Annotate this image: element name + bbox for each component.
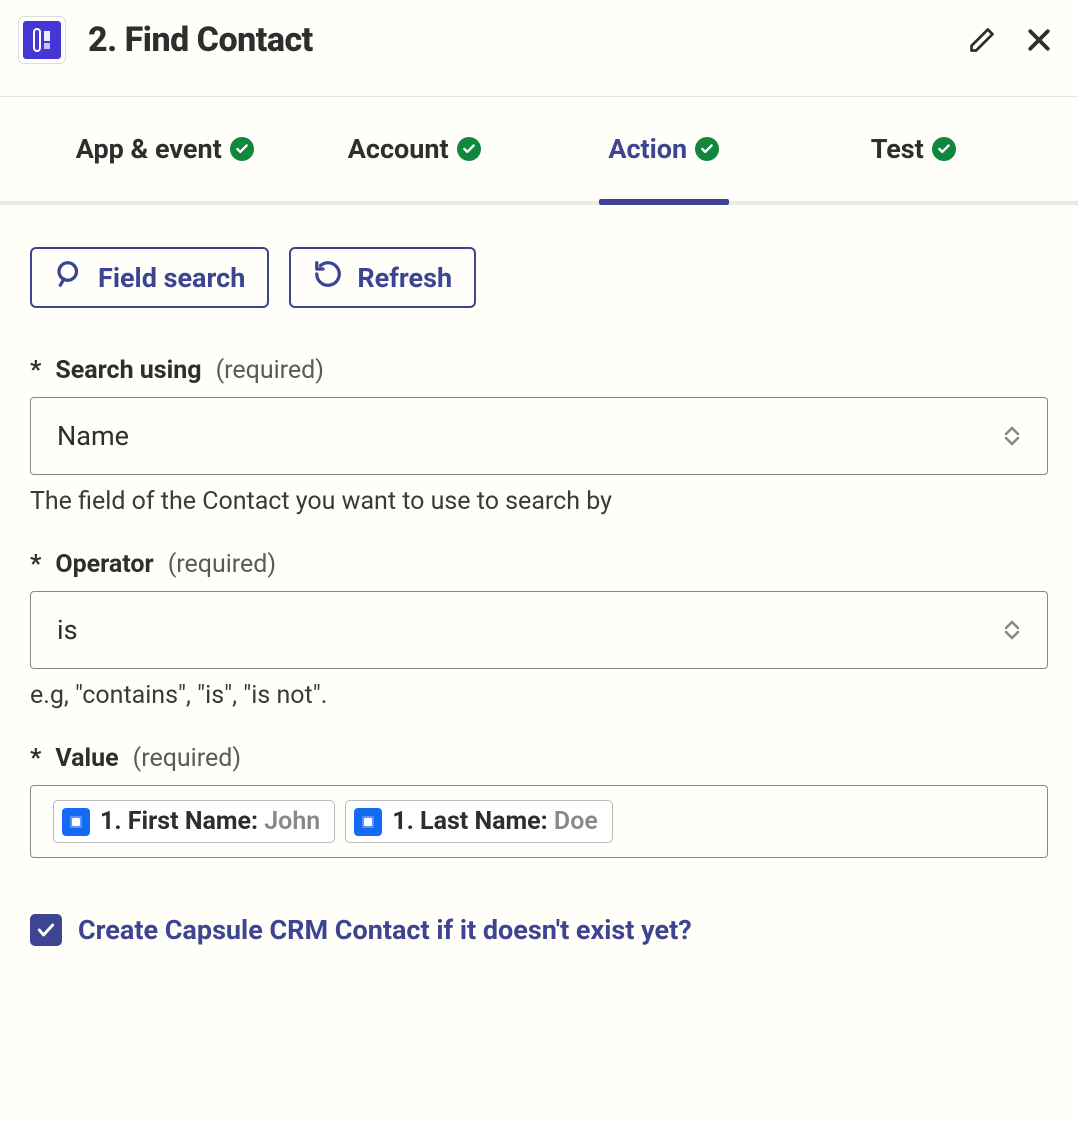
required-asterisk: *	[30, 356, 41, 385]
field-label: Operator	[55, 550, 153, 579]
required-text: (required)	[133, 744, 241, 773]
check-icon	[230, 137, 254, 161]
step-header: 2. Find Contact	[0, 0, 1078, 97]
value-pill[interactable]: 1. Last Name: Doe	[345, 800, 613, 843]
button-label: Refresh	[357, 262, 452, 294]
tab-app-event[interactable]: App & event	[40, 97, 290, 201]
tab-label: Action	[608, 133, 687, 165]
button-label: Field search	[98, 262, 245, 294]
select-value: Name	[57, 420, 129, 452]
search-icon	[54, 259, 84, 296]
action-panel: Field search Refresh * Search using (req…	[0, 205, 1078, 976]
refresh-button[interactable]: Refresh	[289, 247, 476, 308]
tab-label: App & event	[76, 133, 222, 165]
sort-icon	[1003, 620, 1021, 640]
required-asterisk: *	[30, 744, 41, 773]
field-label: Value	[55, 744, 118, 773]
field-value: * Value (required) 1. First Name: John 1…	[30, 744, 1048, 858]
create-if-not-exist-row: Create Capsule CRM Contact if it doesn't…	[30, 914, 1048, 946]
operator-select[interactable]: is	[30, 591, 1048, 669]
value-pill[interactable]: 1. First Name: John	[53, 800, 335, 843]
check-icon	[457, 137, 481, 161]
pill-value: John	[264, 807, 320, 836]
create-checkbox-label[interactable]: Create Capsule CRM Contact if it doesn't…	[78, 914, 692, 946]
search-using-select[interactable]: Name	[30, 397, 1048, 475]
check-icon	[932, 137, 956, 161]
tab-account[interactable]: Account	[290, 97, 540, 201]
tab-label: Test	[871, 133, 924, 165]
pill-label: 1. First Name:	[100, 807, 264, 836]
close-icon[interactable]	[1024, 25, 1054, 55]
source-app-icon	[354, 808, 382, 836]
required-text: (required)	[168, 550, 276, 579]
value-input[interactable]: 1. First Name: John 1. Last Name: Doe	[30, 785, 1048, 858]
help-text: e.g, "contains", "is", "is not".	[30, 681, 1048, 710]
tab-action[interactable]: Action	[539, 97, 789, 201]
page-title: 2. Find Contact	[88, 20, 968, 60]
field-search-button[interactable]: Field search	[30, 247, 269, 308]
edit-icon[interactable]	[968, 25, 996, 55]
toolbar: Field search Refresh	[30, 247, 1048, 308]
pill-label: 1. Last Name:	[392, 807, 554, 836]
check-icon	[695, 137, 719, 161]
field-operator: * Operator (required) is e.g, "contains"…	[30, 550, 1048, 710]
capsule-app-icon	[23, 21, 61, 59]
sort-icon	[1003, 426, 1021, 446]
tabs-bar: App & event Account Action Test	[0, 97, 1078, 205]
source-app-icon	[62, 808, 90, 836]
refresh-icon	[313, 259, 343, 296]
tab-label: Account	[348, 133, 449, 165]
field-search-using: * Search using (required) Name The field…	[30, 356, 1048, 516]
field-label: Search using	[55, 356, 201, 385]
pill-value: Doe	[554, 807, 598, 836]
required-asterisk: *	[30, 550, 41, 579]
tab-test[interactable]: Test	[789, 97, 1039, 201]
app-icon-frame	[18, 16, 66, 64]
required-text: (required)	[216, 356, 324, 385]
select-value: is	[57, 614, 78, 646]
help-text: The field of the Contact you want to use…	[30, 487, 1048, 516]
create-checkbox[interactable]	[30, 914, 62, 946]
